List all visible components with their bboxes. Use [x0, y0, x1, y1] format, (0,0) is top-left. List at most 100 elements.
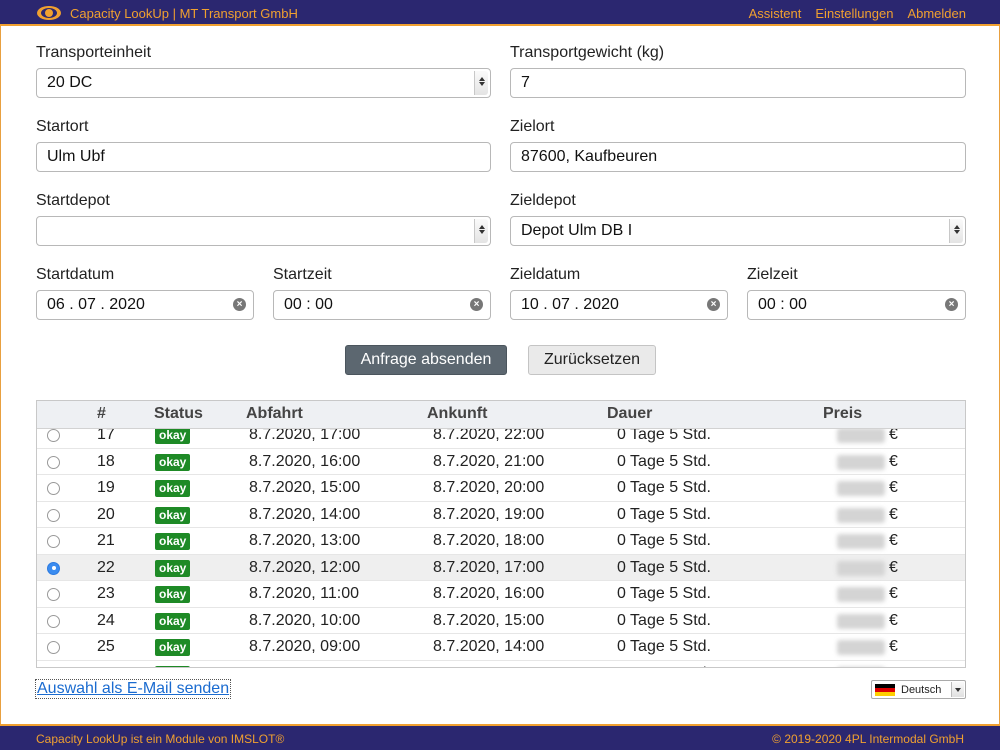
price-value-blurred: [837, 613, 885, 629]
price-value-blurred: [837, 534, 885, 549]
transporteinheit-select[interactable]: 20 DC: [36, 68, 491, 98]
table-row[interactable]: 19 okay 8.7.2020, 15:00 8.7.2020, 20:00 0 Ta…: [37, 475, 965, 502]
row-num: 21: [97, 532, 115, 549]
price-currency: €: [889, 479, 898, 496]
language-select[interactable]: Deutsch: [871, 680, 966, 699]
table-row[interactable]: 24 okay 8.7.2020, 10:00 8.7.2020, 15:00 0 Ta…: [37, 608, 965, 634]
eye-logo-icon: [37, 6, 61, 20]
reset-button[interactable]: Zurücksetzen: [528, 345, 656, 375]
col-header-abfahrt: Abfahrt: [246, 405, 303, 422]
row-dauer: 0 Tage 5 Std.: [617, 665, 711, 668]
row-num: 19: [97, 479, 115, 496]
zielzeit-label: Zielzeit: [747, 266, 798, 283]
row-ankunft: 8.7.2020, 17:00: [433, 558, 545, 576]
table-row[interactable]: 26 okay 8.7.2020, 08:00 8.7.2020, 13:00 0 Ta…: [37, 661, 965, 669]
col-header-num: #: [97, 405, 106, 422]
clear-icon[interactable]: ×: [470, 298, 483, 311]
row-select-radio[interactable]: [47, 561, 60, 575]
col-header-preis: Preis: [823, 405, 863, 422]
price-currency: €: [889, 665, 898, 668]
zieldepot-value: Depot Ulm DB I: [521, 222, 633, 239]
status-badge: okay: [155, 506, 191, 524]
price-value-blurred: [837, 454, 885, 470]
table-row[interactable]: 20 okay 8.7.2020, 14:00 8.7.2020, 19:00 0 Ta…: [37, 502, 965, 528]
row-ankunft: 8.7.2020, 18:00: [433, 532, 545, 549]
nav-abmelden-link[interactable]: Abmelden: [907, 6, 966, 21]
row-select-radio[interactable]: [47, 641, 60, 654]
startort-label: Startort: [36, 118, 89, 135]
status-badge: okay: [155, 665, 191, 667]
footer-module-note: Capacity LookUp ist ein Module von IMSLO…: [36, 732, 285, 746]
row-select-radio[interactable]: [47, 482, 60, 495]
table-row[interactable]: 23 okay 8.7.2020, 11:00 8.7.2020, 16:00 0 Ta…: [37, 581, 965, 608]
row-ankunft: 8.7.2020, 19:00: [433, 505, 545, 523]
row-ankunft: 8.7.2020, 20:00: [433, 479, 545, 496]
row-abfahrt: 8.7.2020, 12:00: [249, 558, 361, 576]
clear-icon[interactable]: ×: [945, 298, 958, 311]
price-value-blurred: [837, 640, 885, 655]
zielzeit-input[interactable]: 00 : 00 ×: [747, 290, 966, 320]
row-select-radio[interactable]: [47, 614, 60, 628]
results-table[interactable]: 17 okay 8.7.2020, 17:00 8.7.2020, 22:00 0 Ta…: [36, 400, 966, 668]
top-bar: Capacity LookUp | MT Transport GmbH Assi…: [0, 0, 1000, 26]
row-abfahrt: 8.7.2020, 11:00: [249, 585, 360, 602]
row-select-radio[interactable]: [47, 535, 60, 548]
price-currency: €: [889, 638, 898, 655]
row-dauer: 0 Tage 5 Std.: [617, 638, 711, 655]
table-row[interactable]: 18 okay 8.7.2020, 16:00 8.7.2020, 21:00 0 Ta…: [37, 449, 965, 475]
send-selection-email-link[interactable]: Auswahl als E-Mail senden: [35, 679, 232, 699]
app-title: Capacity LookUp | MT Transport GmbH: [70, 6, 298, 21]
startort-value: Ulm Ubf: [47, 148, 105, 165]
row-select-radio[interactable]: [47, 508, 60, 522]
startdepot-select[interactable]: [36, 216, 491, 246]
clear-icon[interactable]: ×: [707, 298, 720, 311]
startort-input[interactable]: Ulm Ubf: [36, 142, 491, 172]
language-value: Deutsch: [901, 684, 942, 696]
startzeit-input[interactable]: 00 : 00 ×: [273, 290, 491, 320]
row-num: 25: [97, 638, 115, 655]
col-header-status: Status: [154, 405, 203, 422]
clear-icon[interactable]: ×: [233, 298, 246, 311]
row-dauer: 0 Tage 5 Std.: [617, 585, 711, 602]
startdatum-label: Startdatum: [36, 266, 115, 283]
row-abfahrt: 8.7.2020, 15:00: [249, 479, 361, 496]
row-num: 24: [97, 611, 115, 629]
german-flag-icon: [875, 684, 895, 696]
table-row[interactable]: 25 okay 8.7.2020, 09:00 8.7.2020, 14:00 0 Ta…: [37, 634, 965, 661]
row-abfahrt: 8.7.2020, 13:00: [249, 532, 361, 549]
select-arrows-icon: [474, 219, 488, 243]
zielzeit-value: 00 : 00: [758, 296, 807, 313]
row-dauer: 0 Tage 5 Std.: [617, 452, 711, 470]
results-table-header: # Status Abfahrt Ankunft Dauer Preis: [37, 401, 965, 429]
status-badge: okay: [155, 639, 191, 656]
zieldatum-input[interactable]: 10 . 07 . 2020 ×: [510, 290, 728, 320]
row-select-radio[interactable]: [47, 455, 60, 469]
row-abfahrt: 8.7.2020, 09:00: [249, 638, 361, 655]
nav-einstellungen-link[interactable]: Einstellungen: [815, 6, 893, 21]
transporteinheit-label: Transporteinheit: [36, 44, 152, 61]
row-ankunft: 8.7.2020, 15:00: [433, 611, 545, 629]
zielort-input[interactable]: 87600, Kaufbeuren: [510, 142, 966, 172]
row-select-radio[interactable]: [47, 668, 60, 669]
price-currency: €: [889, 585, 898, 602]
transportgewicht-input[interactable]: 7: [510, 68, 966, 98]
nav-assistent-link[interactable]: Assistent: [749, 6, 802, 21]
transportgewicht-label: Transportgewicht (kg): [510, 44, 665, 61]
results-table-body: 17 okay 8.7.2020, 17:00 8.7.2020, 22:00 0 Ta…: [37, 422, 965, 669]
zieldepot-select[interactable]: Depot Ulm DB I: [510, 216, 966, 246]
transporteinheit-value: 20 DC: [47, 74, 93, 91]
row-select-radio[interactable]: [47, 588, 60, 601]
status-badge: okay: [155, 559, 191, 577]
startdatum-input[interactable]: 06 . 07 . 2020 ×: [36, 290, 254, 320]
row-abfahrt: 8.7.2020, 16:00: [249, 452, 361, 470]
row-ankunft: 8.7.2020, 14:00: [433, 638, 545, 655]
row-select-radio[interactable]: [47, 429, 60, 442]
zieldatum-value: 10 . 07 . 2020: [521, 296, 619, 313]
submit-request-button[interactable]: Anfrage absenden: [345, 345, 507, 375]
top-nav: Assistent Einstellungen Abmelden: [749, 6, 966, 21]
status-badge: okay: [155, 612, 191, 630]
table-row[interactable]: 21 okay 8.7.2020, 13:00 8.7.2020, 18:00 0 Ta…: [37, 528, 965, 555]
price-value-blurred: [837, 560, 885, 576]
row-dauer: 0 Tage 5 Std.: [617, 558, 711, 576]
table-row[interactable]: 22 okay 8.7.2020, 12:00 8.7.2020, 17:00 0 Ta…: [37, 554, 965, 581]
